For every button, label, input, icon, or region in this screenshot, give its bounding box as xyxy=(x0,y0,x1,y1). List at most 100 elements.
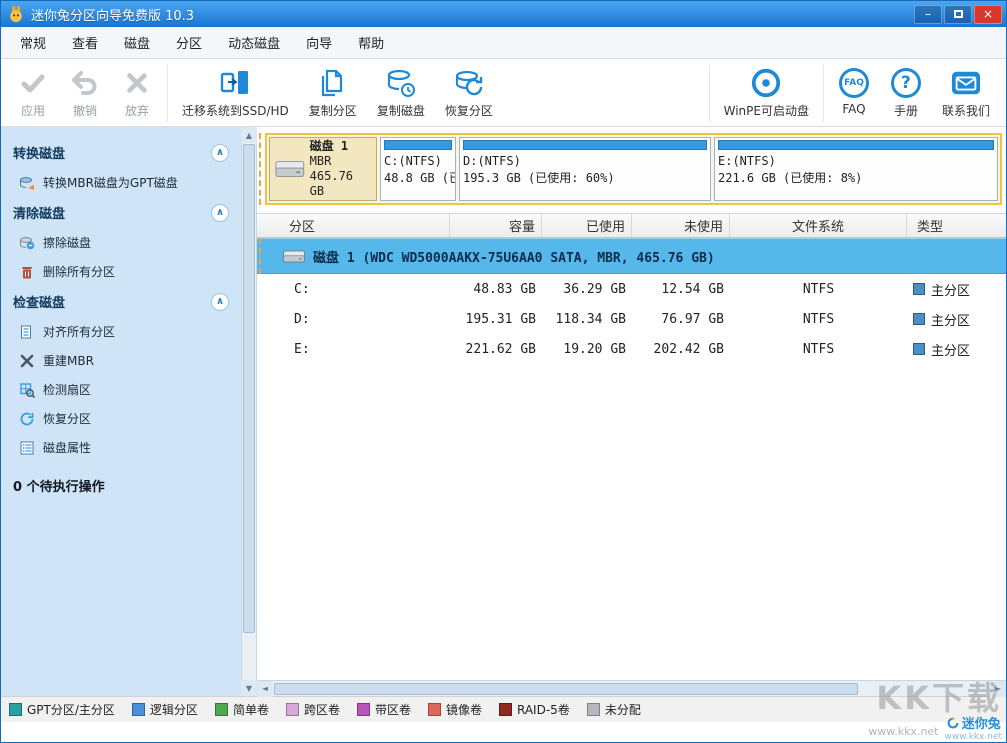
manual-button[interactable]: ? 手册 xyxy=(880,63,932,124)
cell-used: 118.34 GB xyxy=(542,312,632,327)
winpe-bootable-button[interactable]: WinPE可启动盘 xyxy=(714,63,819,124)
disk-map-partition-e[interactable]: E:(NTFS) 221.6 GB (已使用: 8%) xyxy=(714,137,998,201)
sidebar-item-rebuild-mbr[interactable]: 重建MBR xyxy=(1,346,241,375)
apply-button[interactable]: 应用 xyxy=(7,63,59,124)
discard-label: 放弃 xyxy=(125,102,149,119)
section-convert-disk[interactable]: 转换磁盘 ∧ xyxy=(1,137,241,168)
disk-row-label: 磁盘 1 (WDC WD5000AAKX-75U6AA0 SATA, MBR, … xyxy=(313,247,715,266)
scroll-down-arrow[interactable]: ▼ xyxy=(241,680,257,696)
main-panel: 磁盘 1 MBR 465.76 GB C:(NTFS) 48.8 GB (已 D… xyxy=(257,127,1006,696)
menu-disk[interactable]: 磁盘 xyxy=(111,29,163,56)
recover-partition-button[interactable]: 恢复分区 xyxy=(435,63,503,124)
cell-partition: D: xyxy=(257,312,450,327)
hard-drive-icon xyxy=(283,249,305,264)
sidebar-item-label: 删除所有分区 xyxy=(43,263,115,280)
copy-disk-button[interactable]: 复制磁盘 xyxy=(367,63,435,124)
menu-dynamic-disk[interactable]: 动态磁盘 xyxy=(215,29,293,56)
toolbar: 应用 撤销 放弃 迁移系统到SSD/HD xyxy=(1,59,1006,127)
partition-usage-band xyxy=(718,140,994,150)
cell-unused: 76.97 GB xyxy=(632,312,730,327)
migrate-os-button[interactable]: 迁移系统到SSD/HD xyxy=(172,63,299,124)
scroll-right-arrow[interactable]: ► xyxy=(990,681,1006,697)
legend-logical: 逻辑分区 xyxy=(132,701,198,718)
primary-partition-color-icon xyxy=(913,343,925,355)
menu-view[interactable]: 查看 xyxy=(59,29,111,56)
toolbar-spacer xyxy=(503,63,705,124)
column-header-type[interactable]: 类型 xyxy=(907,214,1006,237)
section-title: 检查磁盘 xyxy=(13,292,65,311)
hard-drive-icon xyxy=(275,159,305,179)
primary-partition-color-icon xyxy=(913,313,925,325)
cell-partition: E: xyxy=(257,342,450,357)
sidebar-item-delete-all-partitions[interactable]: 删除所有分区 xyxy=(1,257,241,286)
disk-map-disk1[interactable]: 磁盘 1 MBR 465.76 GB xyxy=(269,137,377,201)
contact-us-button[interactable]: 联系我们 xyxy=(932,63,1000,124)
maximize-button[interactable] xyxy=(944,5,972,24)
partition-info: 195.3 GB (已使用: 60%) xyxy=(463,170,707,187)
menu-partition[interactable]: 分区 xyxy=(163,29,215,56)
legend-gpt-primary: GPT分区/主分区 xyxy=(9,701,115,718)
cell-used: 36.29 GB xyxy=(542,282,632,297)
disk-map: 磁盘 1 MBR 465.76 GB C:(NTFS) 48.8 GB (已 D… xyxy=(265,133,1002,205)
undo-arrow-icon xyxy=(71,67,99,99)
migrate-os-icon xyxy=(220,67,250,99)
collapse-chevron-icon[interactable]: ∧ xyxy=(211,204,229,222)
minimize-icon: – xyxy=(925,7,931,21)
menu-help[interactable]: 帮助 xyxy=(345,29,397,56)
vertical-scrollbar-thumb[interactable] xyxy=(243,144,255,633)
collapse-chevron-icon[interactable]: ∧ xyxy=(211,144,229,162)
check-sectors-icon xyxy=(19,382,35,398)
partition-info: 48.8 GB (已 xyxy=(384,170,452,187)
section-wipe-disk[interactable]: 清除磁盘 ∧ xyxy=(1,197,241,228)
column-header-unused[interactable]: 未使用 xyxy=(632,214,730,237)
scroll-left-arrow[interactable]: ◄ xyxy=(257,681,273,697)
sidebar-item-wipe-disk[interactable]: 擦除磁盘 xyxy=(1,228,241,257)
toolbar-separator xyxy=(709,65,710,122)
discard-x-icon xyxy=(124,67,150,99)
column-header-used[interactable]: 已使用 xyxy=(542,214,632,237)
minimize-button[interactable]: – xyxy=(914,5,942,24)
sidebar-item-recover-partition[interactable]: 恢复分区 xyxy=(1,404,241,433)
cell-filesystem: NTFS xyxy=(730,282,907,297)
disk-map-partition-d[interactable]: D:(NTFS) 195.3 GB (已使用: 60%) xyxy=(459,137,711,201)
sidebar-item-check-sectors[interactable]: 检测扇区 xyxy=(1,375,241,404)
menu-general[interactable]: 常规 xyxy=(7,29,59,56)
table-row-partition-d[interactable]: D: 195.31 GB 118.34 GB 76.97 GB NTFS 主分区 xyxy=(257,304,1006,334)
cell-unused: 202.42 GB xyxy=(632,342,730,357)
table-row-partition-e[interactable]: E: 221.62 GB 19.20 GB 202.42 GB NTFS 主分区 xyxy=(257,334,1006,364)
migrate-os-label: 迁移系统到SSD/HD xyxy=(182,102,289,119)
app-logo-icon xyxy=(7,5,25,23)
scroll-up-arrow[interactable]: ▲ xyxy=(241,127,257,143)
legend-color-unallocated xyxy=(587,703,600,716)
cell-filesystem: NTFS xyxy=(730,342,907,357)
menu-wizard[interactable]: 向导 xyxy=(293,29,345,56)
legend-unallocated: 未分配 xyxy=(587,701,641,718)
vertical-scrollbar[interactable]: ▲ ▼ xyxy=(241,127,257,696)
close-button[interactable]: × xyxy=(974,5,1002,24)
table-row-disk1-selected[interactable]: 磁盘 1 (WDC WD5000AAKX-75U6AA0 SATA, MBR, … xyxy=(257,238,1006,274)
column-header-partition[interactable]: 分区 xyxy=(257,214,450,237)
faq-button[interactable]: FAQ FAQ xyxy=(828,63,880,124)
undo-button[interactable]: 撤销 xyxy=(59,63,111,124)
sidebar-item-align-all-partitions[interactable]: 对齐所有分区 xyxy=(1,317,241,346)
column-header-filesystem[interactable]: 文件系统 xyxy=(730,214,907,237)
section-check-disk[interactable]: 检查磁盘 ∧ xyxy=(1,286,241,317)
horizontal-scrollbar[interactable]: ◄ ► xyxy=(257,680,1006,696)
disk-map-partition-c[interactable]: C:(NTFS) 48.8 GB (已 xyxy=(380,137,456,201)
discard-button[interactable]: 放弃 xyxy=(111,63,163,124)
disk-name: 磁盘 1 xyxy=(310,139,374,154)
table-row-partition-c[interactable]: C: 48.83 GB 36.29 GB 12.54 GB NTFS 主分区 xyxy=(257,274,1006,304)
cell-capacity: 195.31 GB xyxy=(450,312,542,327)
recover-partition-toolbar-label: 恢复分区 xyxy=(445,102,493,119)
sidebar-item-convert-mbr-to-gpt[interactable]: 转换MBR磁盘为GPT磁盘 xyxy=(1,168,241,197)
align-partitions-icon xyxy=(19,324,35,340)
maximize-icon xyxy=(954,10,963,18)
column-header-capacity[interactable]: 容量 xyxy=(450,214,542,237)
rebuild-mbr-icon xyxy=(19,353,35,369)
copy-partition-button[interactable]: 复制分区 xyxy=(299,63,367,124)
bottom-strip xyxy=(1,722,1006,742)
menu-bar: 常规 查看 磁盘 分区 动态磁盘 向导 帮助 xyxy=(1,27,1006,59)
collapse-chevron-icon[interactable]: ∧ xyxy=(211,293,229,311)
sidebar-item-disk-properties[interactable]: 磁盘属性 xyxy=(1,433,241,462)
horizontal-scrollbar-thumb[interactable] xyxy=(274,683,858,695)
